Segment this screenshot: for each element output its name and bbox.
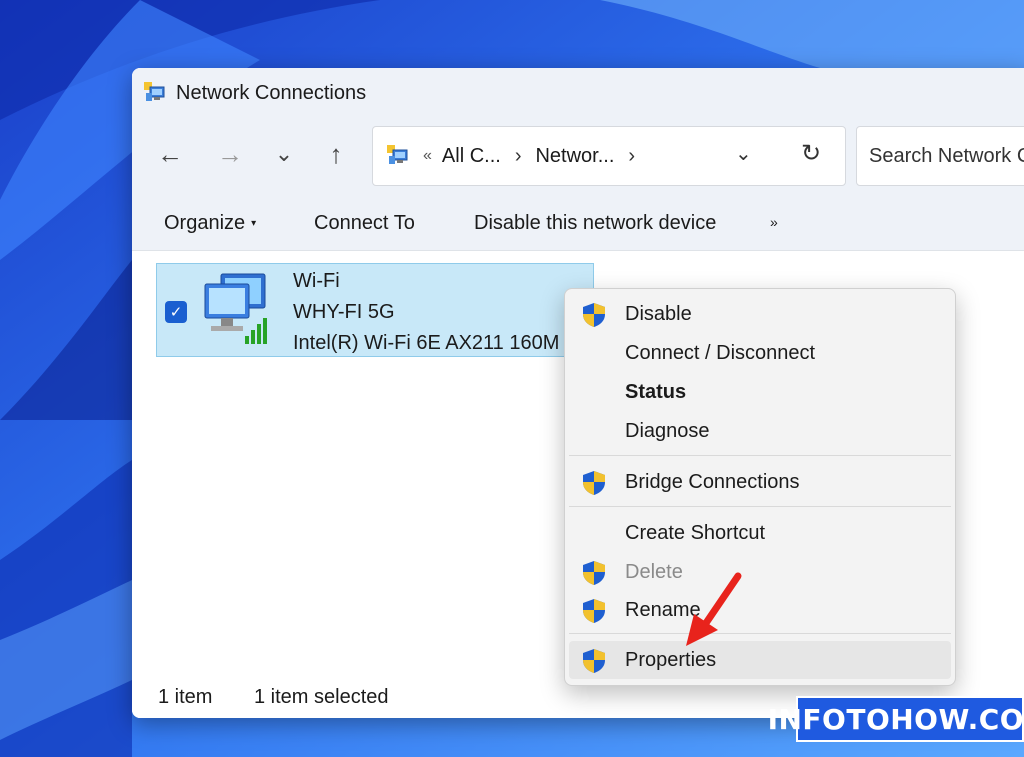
menu-item-disable[interactable]: Disable — [569, 295, 951, 333]
selection-count: 1 item selected — [254, 686, 389, 708]
connect-to-button[interactable]: Connect To — [314, 212, 415, 235]
uac-shield-icon — [583, 303, 605, 327]
network-name: WHY-FI 5G — [293, 301, 395, 323]
arrow-up-icon: ↑ — [329, 138, 343, 169]
menu-label: Disable — [625, 302, 692, 325]
search-box[interactable] — [856, 126, 1024, 186]
watermark-logo: INFOTOHOW.COM — [768, 696, 1024, 742]
up-button[interactable]: ↑ — [316, 134, 356, 174]
adapter-name: Intel(R) Wi-Fi 6E AX211 160M — [293, 332, 560, 354]
uac-shield-icon — [583, 471, 605, 495]
menu-item-status[interactable]: Status — [569, 373, 951, 411]
connection-name: Wi-Fi — [293, 270, 340, 292]
menu-label: Delete — [625, 560, 683, 583]
menu-item-create-shortcut[interactable]: Create Shortcut — [569, 514, 951, 552]
wireless-network-icon — [204, 273, 267, 344]
organize-label: Organize — [164, 212, 246, 234]
menu-label: Bridge Connections — [625, 470, 800, 493]
menu-label: Connect / Disconnect — [625, 341, 816, 364]
item-checkbox[interactable]: ✓ — [165, 301, 187, 323]
arrow-left-icon: ← — [157, 138, 183, 169]
arrow-right-icon: → — [217, 138, 243, 169]
menu-label: Status — [625, 380, 687, 403]
menu-label: Create Shortcut — [625, 521, 766, 544]
red-arrow-icon — [686, 572, 742, 646]
menu-item-connect-disconnect[interactable]: Connect / Disconnect — [569, 334, 951, 372]
watermark-text: INFOTOHOW.COM — [767, 702, 1024, 736]
command-bar: Organize ▾ Connect To Disable this networ… — [132, 194, 1024, 251]
disable-device-button[interactable]: Disable this network device — [474, 212, 716, 235]
window-title: Network Connections — [176, 81, 367, 104]
navigation-bar: ← → ⌄ ↑ « All C... › Networ... › ⌄ ↻ — [132, 118, 1024, 194]
breadcrumb-all-control-panel[interactable]: All C... — [442, 145, 501, 168]
breadcrumb-separator-icon[interactable]: › — [628, 145, 635, 168]
breadcrumb-overflow[interactable]: « — [423, 147, 432, 165]
uac-shield-icon — [583, 649, 605, 673]
menu-item-delete: Delete — [569, 553, 951, 591]
breadcrumb-separator-icon[interactable]: › — [515, 145, 522, 168]
menu-separator — [569, 455, 951, 456]
menu-label: Properties — [625, 648, 717, 671]
menu-item-diagnose[interactable]: Diagnose — [569, 412, 951, 450]
recent-locations-button[interactable]: ⌄ — [264, 134, 304, 174]
caret-down-icon: ▾ — [251, 218, 257, 230]
context-menu: Disable Connect / Disconnect Status Diag… — [564, 288, 956, 686]
search-input[interactable] — [867, 143, 1024, 169]
chevron-down-icon: ⌄ — [274, 141, 294, 166]
uac-shield-icon — [583, 561, 605, 585]
back-button[interactable]: ← — [150, 134, 190, 174]
control-panel-icon — [387, 145, 408, 164]
breadcrumb-network[interactable]: Networ... — [535, 145, 614, 168]
menu-item-rename[interactable]: Rename — [569, 591, 951, 629]
network-connections-icon — [144, 82, 165, 101]
uac-shield-icon — [583, 599, 605, 623]
more-commands-icon[interactable]: » — [770, 214, 778, 230]
forward-button[interactable]: → — [210, 134, 250, 174]
item-count: 1 item — [158, 686, 213, 708]
address-bar[interactable]: « All C... › Networ... › ⌄ ↻ — [372, 126, 846, 186]
menu-item-bridge-connections[interactable]: Bridge Connections — [569, 463, 951, 501]
wifi-connection-item[interactable]: ✓ Wi-Fi WHY-FI 5G Intel(R) Wi-Fi 6E AX21… — [156, 263, 594, 357]
refresh-icon[interactable]: ↻ — [801, 139, 821, 168]
menu-item-properties[interactable]: Properties — [569, 641, 951, 679]
menu-label: Diagnose — [625, 419, 710, 442]
menu-separator — [569, 506, 951, 507]
checkmark-icon: ✓ — [169, 304, 183, 321]
organize-menu[interactable]: Organize ▾ — [164, 212, 256, 235]
title-bar: Network Connections — [132, 68, 1024, 118]
address-dropdown-icon[interactable]: ⌄ — [735, 141, 752, 166]
menu-separator — [569, 633, 951, 634]
